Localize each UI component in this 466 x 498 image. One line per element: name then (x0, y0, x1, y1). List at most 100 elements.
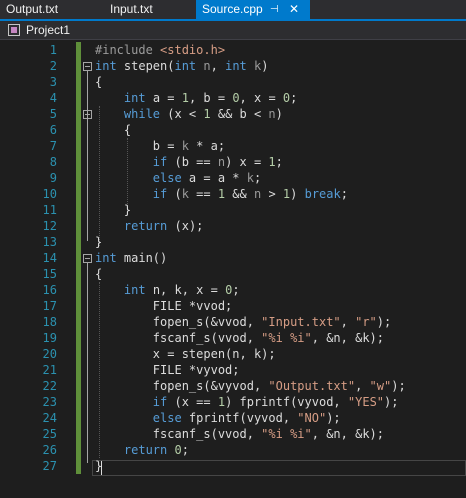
code-token: ; (290, 91, 298, 105)
code-token: "Output.txt" (268, 379, 356, 393)
code-token: ; (232, 283, 240, 297)
code-token: "%i %i" (261, 331, 312, 345)
code-token: return (123, 219, 168, 233)
line-number: 19 (42, 331, 57, 345)
line-number: 22 (42, 379, 57, 393)
code-token: n (203, 59, 211, 73)
code-line[interactable]: fopen_s(&vyvod, "Output.txt", "w"); (95, 378, 406, 394)
fold-line (87, 71, 88, 241)
code-line[interactable]: { (95, 74, 102, 90)
code-token: (b == (167, 155, 218, 169)
line-number: 6 (49, 123, 57, 137)
code-token: "YES" (347, 395, 385, 409)
tab-label: Output.txt (6, 2, 59, 16)
tab-source-cpp[interactable]: Source.cpp ⊣ ✕ (196, 0, 310, 19)
code-token: k (181, 139, 189, 153)
project-dropdown[interactable]: Project1 (26, 21, 70, 40)
code-token: FILE *vvod; (95, 299, 233, 313)
code-token: (x < (160, 107, 204, 121)
code-token: if (152, 187, 168, 201)
code-token: ; (340, 187, 348, 201)
collapse-while-icon[interactable] (83, 110, 92, 119)
code-line[interactable]: int stepen(int n, int k) (95, 58, 268, 74)
line-number: 13 (42, 235, 57, 249)
line-number: 18 (42, 315, 57, 329)
code-line[interactable]: return (x); (95, 218, 203, 234)
tab-label: Source.cpp (202, 2, 263, 16)
code-token: 1 (217, 187, 226, 201)
code-token: <stdio.h> (160, 43, 226, 57)
line-number: 24 (42, 411, 57, 425)
pin-icon[interactable]: ⊣ (270, 0, 279, 19)
code-line[interactable]: int n, k, x = 0; (95, 282, 240, 298)
line-number: 12 (42, 219, 57, 233)
code-token: ) fprintf(vyvod, (225, 395, 348, 409)
line-number-gutter: 1 2 3 4 5 6 7 8 9 10 11 12 13 14 15 16 17 18 19 20 21 22 23 24 2… (0, 40, 57, 498)
code-line[interactable]: b = k * a; (95, 138, 225, 154)
code-token: , (340, 315, 356, 329)
text-caret (101, 461, 102, 475)
code-token: , x = (239, 91, 283, 105)
code-line[interactable]: fscanf_s(vvod, "%i %i", &n, &k); (95, 330, 384, 346)
code-token: ) (275, 107, 283, 121)
code-token: n, k, x = (145, 283, 226, 297)
code-line[interactable]: int a = 1, b = 0, x = 0; (95, 90, 297, 106)
code-line[interactable]: fopen_s(&vvod, "Input.txt", "r"); (95, 314, 391, 330)
code-token: FILE *vyvod; (95, 363, 240, 377)
code-line[interactable]: { (95, 122, 131, 138)
code-line[interactable]: #include <stdio.h> (95, 42, 225, 58)
code-token: if (152, 155, 168, 169)
line-number: 10 (42, 187, 57, 201)
code-line[interactable]: fscanf_s(vvod, "%i %i", &n, &k); (95, 426, 384, 442)
code-line[interactable]: if (x == 1) fprintf(vyvod, "YES"); (95, 394, 399, 410)
code-line[interactable]: while (x < 1 && b < n) (95, 106, 283, 122)
code-line[interactable]: } (95, 234, 102, 250)
code-line[interactable]: } (95, 202, 131, 218)
code-line[interactable]: FILE *vyvod; (95, 362, 240, 378)
code-line[interactable]: { (95, 266, 102, 282)
code-token: fopen_s(&vyvod, (95, 379, 269, 393)
code-editor[interactable]: 1 2 3 4 5 6 7 8 9 10 11 12 13 14 15 16 17 18 19 20 21 22 23 24 2… (0, 40, 466, 498)
code-token: a = a * (181, 171, 247, 185)
code-token: int (123, 283, 146, 297)
code-token: 1 (181, 91, 189, 105)
collapse-main-icon[interactable] (83, 254, 92, 263)
code-token: 1 (217, 395, 226, 409)
code-token: fscanf_s(vvod, (95, 427, 262, 441)
code-line[interactable]: if (k == 1 && n > 1) break; (95, 186, 348, 202)
code-token: } (95, 203, 132, 217)
code-token: ; (181, 443, 189, 457)
code-token: ) (290, 187, 305, 201)
line-number: 17 (42, 299, 57, 313)
code-token: , (210, 59, 226, 73)
code-token: ) x = (225, 155, 269, 169)
code-token: b = (95, 139, 182, 153)
code-line[interactable]: else a = a * k; (95, 170, 261, 186)
code-token: == (188, 187, 218, 201)
line-number: 16 (42, 283, 57, 297)
code-line[interactable]: int main() (95, 250, 167, 266)
code-line[interactable]: else fprintf(vyvod, "NO"); (95, 410, 341, 426)
line-number: 26 (42, 443, 57, 457)
collapse-stepen-icon[interactable] (83, 62, 92, 71)
close-icon[interactable]: ✕ (289, 0, 299, 19)
line-number: 27 (42, 459, 57, 473)
change-tracking-bar (76, 42, 81, 474)
tab-output-txt[interactable]: Output.txt (0, 0, 104, 19)
line-number: 1 (49, 43, 57, 57)
document-tab-bar: Output.txt Input.txt Source.cpp ⊣ ✕ (0, 0, 466, 19)
code-token: ); (376, 315, 392, 329)
code-line[interactable]: if (b == n) x = 1; (95, 154, 283, 170)
tab-input-txt[interactable]: Input.txt (104, 0, 196, 19)
code-line[interactable]: FILE *vvod; (95, 298, 232, 314)
line-number: 3 (49, 75, 57, 89)
code-line[interactable]: x = stepen(n, k); (95, 346, 276, 362)
code-line[interactable]: return 0; (95, 442, 189, 458)
